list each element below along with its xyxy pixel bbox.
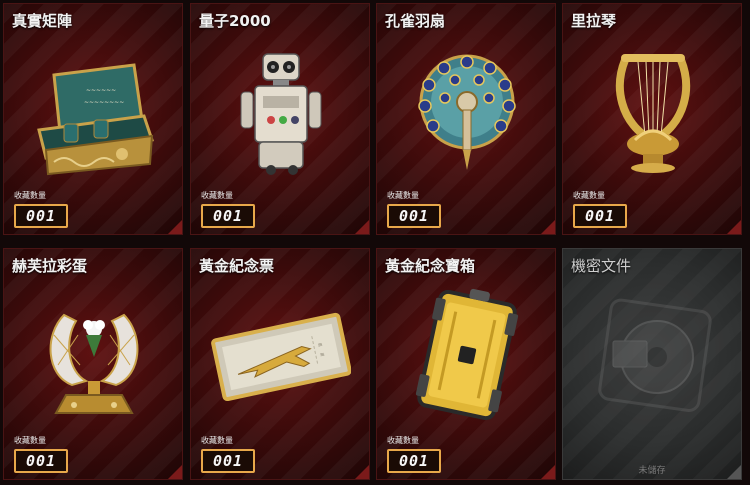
item-title: 量子2000 xyxy=(199,12,271,30)
item-title: 孔雀羽扇 xyxy=(385,12,446,30)
count-badge: 001 xyxy=(201,204,255,228)
count-badge: 001 xyxy=(573,204,627,228)
count-badge: 001 xyxy=(14,204,68,228)
item-title: 真實矩陣 xyxy=(12,12,73,30)
item-title: 赫芙拉彩蛋 xyxy=(12,257,88,275)
svg-text:~~~~~~~~: ~~~~~~~~ xyxy=(84,99,124,106)
count-label: 收藏數量 xyxy=(14,436,46,445)
count-label: 收藏數量 xyxy=(387,436,419,445)
count-label: 收藏數量 xyxy=(201,436,233,445)
item-title: 機密文件 xyxy=(571,257,632,275)
robot-icon xyxy=(240,53,322,175)
collection-card-2[interactable]: 量子2000 收藏數量 001 xyxy=(190,3,370,235)
count-value: 001 xyxy=(203,206,253,226)
collection-card-7[interactable]: 黃金紀念寶箱 收藏數量 001 xyxy=(376,248,556,480)
collection-card-3[interactable]: 孔雀羽扇 收藏數量 001 xyxy=(376,3,556,235)
count-badge: 001 xyxy=(14,449,68,473)
collection-grid: 真實矩陣 ~~~~~~ ~~~~~~~~ 收藏數量 001 量子2000 收藏數… xyxy=(0,0,750,485)
collection-card-6[interactable]: 黃金紀念票 ≡ ≡ 收藏數量 001 xyxy=(190,248,370,480)
collection-card-8-locked[interactable]: 機密文件 未儲存 xyxy=(562,248,742,480)
svg-text:~~~~~~: ~~~~~~ xyxy=(86,87,116,94)
count-value: 001 xyxy=(389,206,439,226)
gold-ticket-icon: ≡ ≡ xyxy=(211,312,351,402)
collection-card-1[interactable]: 真實矩陣 ~~~~~~ ~~~~~~~~ 收藏數量 001 xyxy=(3,3,183,235)
lyre-icon xyxy=(615,54,691,173)
count-label: 收藏數量 xyxy=(14,191,46,200)
count-value: 001 xyxy=(389,451,439,471)
jeweled-egg-icon xyxy=(49,313,139,414)
item-title: 黃金紀念票 xyxy=(199,257,275,275)
count-label: 收藏數量 xyxy=(573,191,605,200)
count-value: 001 xyxy=(203,451,253,471)
count-badge: 001 xyxy=(387,449,441,473)
jewel-box-icon: ~~~~~~ ~~~~~~~~ xyxy=(37,63,154,176)
count-badge: 001 xyxy=(201,449,255,473)
not-stored-status: 未儲存 xyxy=(638,466,666,476)
collection-card-5[interactable]: 赫芙拉彩蛋 收藏數量 001 xyxy=(3,248,183,480)
count-value: 001 xyxy=(16,206,66,226)
hard-disk-icon xyxy=(598,298,712,412)
gold-case-icon xyxy=(415,288,519,421)
item-title: 里拉琴 xyxy=(571,12,617,30)
count-value: 001 xyxy=(16,451,66,471)
count-label: 收藏數量 xyxy=(201,191,233,200)
peacock-fan-icon xyxy=(418,54,516,170)
count-badge: 001 xyxy=(387,204,441,228)
count-value: 001 xyxy=(575,206,625,226)
item-title: 黃金紀念寶箱 xyxy=(385,257,476,275)
collection-card-4[interactable]: 里拉琴 收藏數量 001 xyxy=(562,3,742,235)
count-label: 收藏數量 xyxy=(387,191,419,200)
